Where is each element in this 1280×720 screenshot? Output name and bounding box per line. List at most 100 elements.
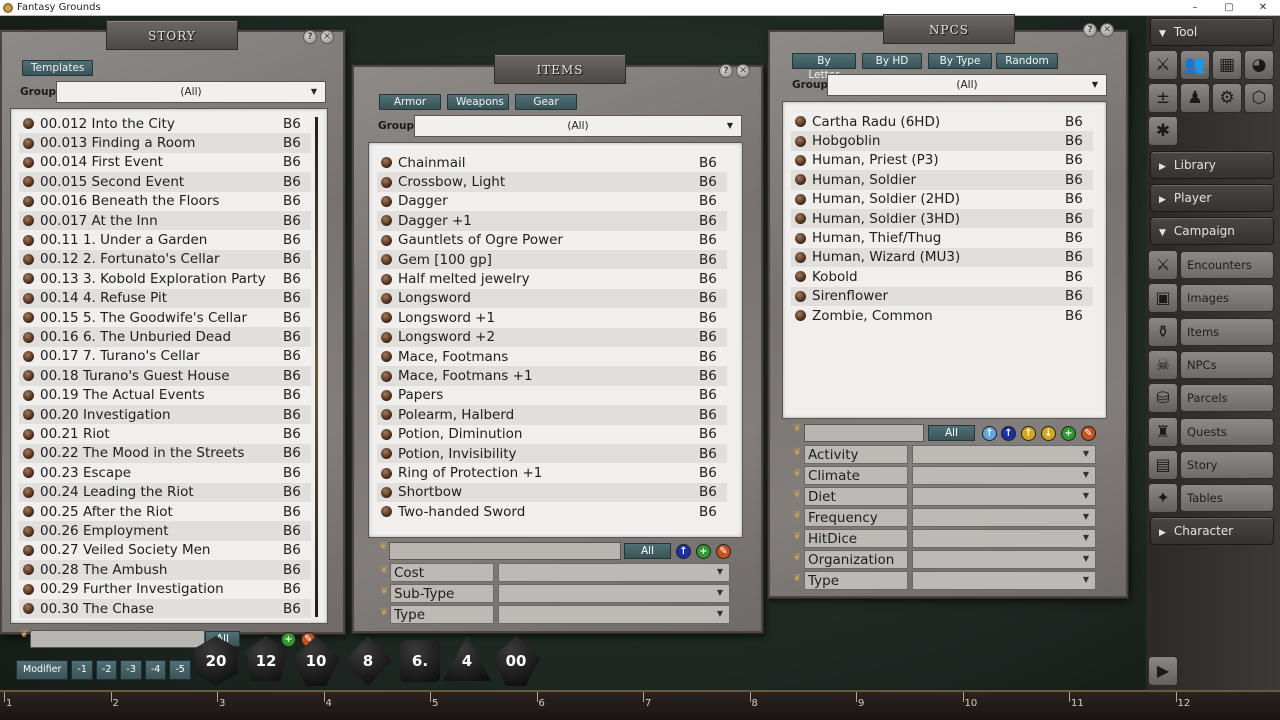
npcs-list-item[interactable]: Human, Soldier (3HD) B6 bbox=[791, 209, 1093, 229]
npcs-filter-dropdown[interactable]: ▼ bbox=[912, 571, 1096, 590]
story-templates-button[interactable]: Templates bbox=[22, 60, 94, 76]
record-bullet-icon[interactable] bbox=[23, 409, 34, 421]
sidebar-campaign-button[interactable]: ⚔ Encounters bbox=[1148, 250, 1274, 280]
items-sort-up-icon[interactable]: ↑ bbox=[676, 544, 691, 559]
record-bullet-icon[interactable] bbox=[795, 310, 806, 322]
npcs-filter-dropdown[interactable]: ▼ bbox=[912, 445, 1096, 464]
story-list-item[interactable]: 00.15 5. The Goodwife's Cellar B6 bbox=[19, 308, 311, 327]
npcs-add-icon[interactable]: + bbox=[1061, 426, 1076, 441]
story-filter-input[interactable] bbox=[30, 630, 205, 648]
modifier-minus-4[interactable]: -4 bbox=[144, 660, 167, 680]
story-list-item[interactable]: 00.17 7. Turano's Cellar B6 bbox=[19, 347, 311, 366]
items-tab-armor[interactable]: Armor bbox=[379, 94, 441, 110]
story-panel-title[interactable]: STORY bbox=[106, 20, 238, 50]
record-bullet-icon[interactable] bbox=[23, 137, 34, 149]
npcs-sort-up-icon[interactable]: ↑ bbox=[1001, 426, 1016, 441]
story-list-item[interactable]: 00.24 Leading the Riot B6 bbox=[19, 482, 311, 502]
record-bullet-icon[interactable] bbox=[795, 116, 806, 128]
npcs-icon[interactable]: ☠ bbox=[1148, 349, 1178, 380]
npcs-filter-dropdown[interactable]: ▼ bbox=[912, 529, 1096, 548]
story-scrollbar[interactable] bbox=[315, 117, 318, 617]
record-bullet-icon[interactable] bbox=[381, 312, 392, 324]
npcs-list[interactable]: Cartha Radu (6HD) B6 Hobgoblin B6 Human, Pri… bbox=[782, 101, 1107, 419]
modifier-minus-1[interactable]: -1 bbox=[71, 660, 93, 680]
record-bullet-icon[interactable] bbox=[23, 389, 34, 401]
story-list-item[interactable]: 00.19 The Actual Events B6 bbox=[19, 386, 311, 405]
npcs-list-item[interactable]: Human, Priest (P3) B6 bbox=[791, 151, 1093, 170]
items-group-dropdown[interactable]: (All) ▼ bbox=[414, 115, 742, 137]
story-list-item[interactable]: 00.016 Beneath the Floors B6 bbox=[19, 192, 311, 211]
items-list-item[interactable]: Dagger +1 B6 bbox=[377, 211, 727, 231]
sidebar-campaign-label[interactable]: Encounters bbox=[1180, 251, 1274, 279]
record-bullet-icon[interactable] bbox=[381, 370, 392, 382]
items-list[interactable]: Chainmail B6 Crossbow, Light B6 Dagger B6 Dagg… bbox=[368, 142, 743, 538]
items-panel-title[interactable]: ITEMS bbox=[494, 54, 626, 84]
npcs-filter-all-button[interactable]: All bbox=[928, 425, 976, 441]
items-list-item[interactable]: Gem [100 gp] B6 bbox=[377, 250, 727, 270]
story-list-item[interactable]: 00.12 2. Fortunato's Cellar B6 bbox=[19, 249, 311, 270]
options-gear-icon[interactable]: ⚙ bbox=[1212, 83, 1242, 113]
npcs-edit-icon[interactable]: ✎ bbox=[1081, 426, 1096, 441]
npcs-list-item[interactable]: Cartha Radu (6HD) B6 bbox=[791, 112, 1093, 131]
items-filter-dropdown[interactable]: ▼ bbox=[498, 563, 730, 582]
items-list-item[interactable]: Longsword +2 B6 bbox=[377, 327, 727, 347]
record-bullet-icon[interactable] bbox=[381, 351, 392, 363]
record-bullet-icon[interactable] bbox=[23, 544, 34, 556]
story-close-button[interactable]: ✕ bbox=[320, 30, 334, 44]
record-bullet-icon[interactable] bbox=[23, 564, 34, 576]
sidebar-section-library[interactable]: ▶ Library bbox=[1150, 151, 1274, 179]
record-bullet-icon[interactable] bbox=[795, 135, 806, 147]
sidebar-section-character[interactable]: ▶ Character bbox=[1150, 517, 1274, 545]
record-bullet-icon[interactable] bbox=[381, 486, 392, 498]
npcs-sort-up-gold-icon[interactable]: ↑ bbox=[1021, 426, 1036, 441]
record-bullet-icon[interactable] bbox=[23, 273, 34, 285]
story-list-item[interactable]: 00.28 The Ambush B6 bbox=[19, 560, 311, 580]
story-list-item[interactable]: 00.13 3. Kobold Exploration Party B6 bbox=[19, 269, 311, 288]
modifier-minus-2[interactable]: -2 bbox=[95, 660, 118, 680]
record-bullet-icon[interactable] bbox=[381, 195, 392, 207]
record-bullet-icon[interactable] bbox=[381, 448, 392, 460]
record-bullet-icon[interactable] bbox=[23, 253, 34, 265]
story-add-icon[interactable]: + bbox=[281, 632, 296, 647]
tables-icon[interactable]: ✦ bbox=[1148, 483, 1178, 514]
sidebar-campaign-label[interactable]: Parcels bbox=[1180, 384, 1274, 413]
record-bullet-icon[interactable] bbox=[381, 176, 392, 188]
record-bullet-icon[interactable] bbox=[381, 254, 392, 266]
items-list-item[interactable]: Shortbow B6 bbox=[377, 482, 727, 503]
sidebar-campaign-label[interactable]: NPCs bbox=[1180, 350, 1274, 379]
sidebar-section-tool[interactable]: ▼ Tool bbox=[1150, 18, 1274, 46]
npcs-tab-random[interactable]: Random bbox=[996, 53, 1058, 69]
record-bullet-icon[interactable] bbox=[23, 350, 34, 362]
npcs-filter-dropdown[interactable]: ▼ bbox=[912, 550, 1096, 569]
record-bullet-icon[interactable] bbox=[795, 271, 806, 283]
items-list-item[interactable]: Two-handed Sword B6 bbox=[377, 502, 727, 521]
story-help-button[interactable]: ? bbox=[303, 30, 317, 44]
sidebar-section-player[interactable]: ▶ Player bbox=[1150, 184, 1274, 212]
items-tab-gear[interactable]: Gear bbox=[515, 94, 577, 110]
record-bullet-icon[interactable] bbox=[23, 312, 34, 324]
colors-icon[interactable]: ◕ bbox=[1244, 50, 1274, 80]
items-tab-weapons[interactable]: Weapons bbox=[447, 94, 509, 110]
sidebar-campaign-button[interactable]: ▤ Story bbox=[1148, 449, 1274, 480]
modifiers-icon[interactable]: ± bbox=[1148, 83, 1178, 113]
sidebar-campaign-label[interactable]: Images bbox=[1180, 284, 1274, 313]
record-bullet-icon[interactable] bbox=[23, 486, 34, 498]
modifier-minus-5[interactable]: -5 bbox=[169, 660, 191, 680]
npcs-list-item[interactable]: Human, Soldier B6 bbox=[791, 170, 1093, 190]
items-list-item[interactable]: Dagger B6 bbox=[377, 192, 727, 211]
items-filter-dropdown[interactable]: ▼ bbox=[498, 605, 730, 624]
record-bullet-icon[interactable] bbox=[23, 331, 34, 343]
record-bullet-icon[interactable] bbox=[23, 525, 34, 537]
items-list-item[interactable]: Polearm, Halberd B6 bbox=[377, 405, 727, 425]
npcs-tab-by-hd[interactable]: By HD bbox=[862, 53, 922, 69]
record-bullet-icon[interactable] bbox=[381, 409, 392, 421]
npcs-close-button[interactable]: ✕ bbox=[1100, 23, 1114, 37]
npcs-list-item[interactable]: Human, Soldier (2HD) B6 bbox=[791, 190, 1093, 209]
story-list-item[interactable]: 00.16 6. The Unburied Dead B6 bbox=[19, 327, 311, 347]
story-list-item[interactable]: 00.26 Employment B6 bbox=[19, 521, 311, 541]
effects-icon[interactable]: ✱ bbox=[1148, 116, 1178, 146]
sidebar-campaign-button[interactable]: ⛁ Parcels bbox=[1148, 383, 1274, 414]
calendar-icon[interactable]: ▦ bbox=[1212, 50, 1242, 80]
story-icon[interactable]: ▤ bbox=[1148, 449, 1178, 480]
npcs-list-item[interactable]: Human, Wizard (MU3) B6 bbox=[791, 247, 1093, 268]
